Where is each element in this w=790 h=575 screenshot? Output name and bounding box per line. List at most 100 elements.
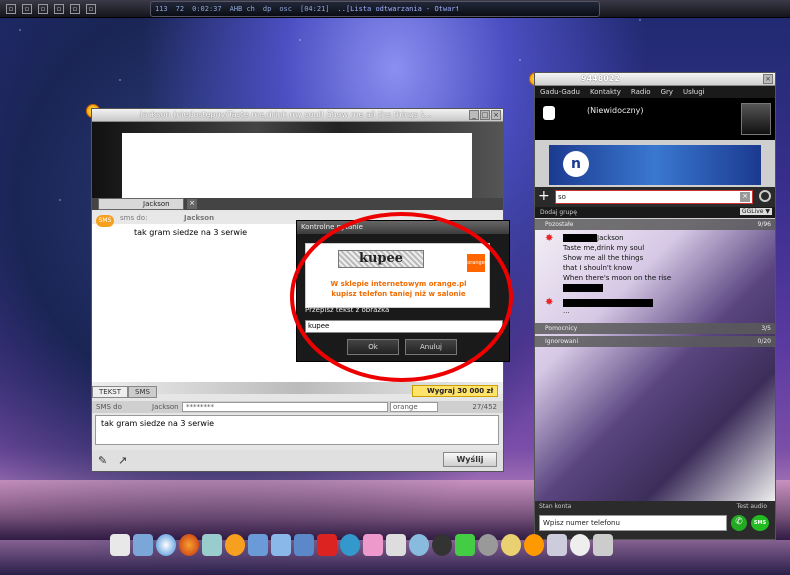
sms-recipient: Jackson [152,403,179,411]
menu-radio[interactable]: Radio [626,86,656,98]
clock-icon[interactable] [570,534,590,556]
mode-tabs: TEKST SMS [92,386,157,398]
phone-number-field[interactable]: ******** [182,402,388,412]
window-icon[interactable]: ▫ [70,3,80,14]
trash-icon[interactable] [593,534,613,556]
search-app-icon[interactable] [340,534,360,556]
group-count: 3/5 [761,325,771,332]
status-star-icon: ✸ [545,297,554,308]
chat-title[interactable]: Jackson (niedostępny/Taste me,drink my s… [92,109,503,122]
captcha-dialog: Kontrolne pytanie kupee orange W sklepie… [296,220,510,362]
account-balance-link[interactable]: Stan konta [539,503,571,510]
contact-list: Pozostałe 9/96 ✸ Jackson Taste me,drink … [535,219,775,501]
play-icon[interactable] [455,534,475,556]
gg-number-title[interactable]: 9448022 [535,73,775,86]
status-toggle-icon[interactable] [543,106,555,120]
power-icon[interactable] [317,534,337,556]
close-button[interactable]: × [763,74,773,84]
tab-sms-mode[interactable]: SMS [128,386,157,398]
captcha-word: kupee [338,250,424,268]
redacted-block [563,234,597,242]
menu-kontakty[interactable]: Kontakty [585,86,626,98]
ok-button[interactable]: Ok [347,339,399,355]
folder-icon[interactable] [248,534,268,556]
promo-button[interactable]: Wygraj 30 000 zł [412,385,498,397]
group-count: 9/96 [757,221,771,228]
close-tab-icon[interactable]: × [187,199,197,209]
window-icon[interactable]: ▫ [6,3,16,14]
minimize-button[interactable]: _ [469,110,479,120]
share-icon[interactable]: ↗ [118,454,127,467]
document-icon[interactable] [110,534,130,556]
close-button[interactable]: × [491,110,501,120]
window-icon[interactable]: ▫ [38,3,48,14]
window-icon[interactable] [386,534,406,556]
film-icon[interactable] [478,534,498,556]
add-group-link[interactable]: Dodaj grupę [540,209,577,216]
sms-button[interactable]: SMS [751,515,769,531]
group-header[interactable]: Pomocnicy 3/5 [535,323,775,334]
call-icon[interactable]: ✆ [731,515,747,531]
add-contact-icon[interactable]: + [538,189,552,204]
status-label[interactable]: (Niewidoczny) [587,106,644,115]
app-icon[interactable] [547,534,567,556]
message-input[interactable]: tak gram siedze na 3 serwie [95,415,499,445]
test-audio-link[interactable]: Test audio [737,503,767,510]
chat-header-art [92,122,503,204]
window-controls: _ □ × [469,110,501,120]
chat-tab-bar: Jackson × [92,198,503,210]
sms-icon: SMS [96,215,114,227]
search-icon[interactable] [759,190,771,202]
firefox-icon[interactable] [179,534,199,556]
menu-gry[interactable]: Gry [656,86,678,98]
gg-icon[interactable] [524,534,544,556]
contact-description: Taste me,drink my soul [563,244,645,252]
avatar[interactable] [741,103,771,135]
ad-banner[interactable]: n [549,145,761,185]
gglive-select[interactable]: GGLive ▼ [739,208,772,215]
rocket-icon[interactable] [202,534,222,556]
mail-icon[interactable] [271,534,291,556]
operator-select[interactable]: orange [390,402,438,412]
paint-icon[interactable] [363,534,383,556]
network-icon[interactable] [294,534,314,556]
tab-text-mode[interactable]: TEKST [92,386,129,398]
window-icon[interactable]: ▫ [22,3,32,14]
contact-description: that I shouln't know [563,264,633,272]
menu-gadu-gadu[interactable]: Gadu-Gadu [535,86,585,98]
emoticon-icon[interactable] [501,534,521,556]
wrench-icon[interactable]: ✎ [98,454,107,467]
search-input[interactable]: so × [555,190,753,204]
player-stat: 72 [175,5,185,13]
safari-icon[interactable] [156,534,176,556]
chat-icon[interactable] [225,534,245,556]
ad-text-line: W sklepie internetowym orange.pl [330,280,467,288]
menu-uslugi[interactable]: Usługi [678,86,710,98]
window-icon[interactable]: ▫ [54,3,64,14]
status-star-icon: ✸ [545,233,554,244]
group-count: 0/20 [757,338,771,345]
list-item[interactable]: Jackson Taste me,drink my soul Show me a… [563,233,671,293]
clear-search-icon[interactable]: × [740,192,750,202]
media-player-bar[interactable]: 113 72 0:02:37 AHB ch dp osc [04:21] ..[… [150,1,600,17]
captcha-input[interactable]: kupee [305,320,503,333]
window-controls: × [763,74,773,84]
cancel-button[interactable]: Anuluj [405,339,457,355]
speaker-icon[interactable] [432,534,452,556]
tab-jackson[interactable]: Jackson × [98,198,197,210]
list-item[interactable]: ... [563,299,653,315]
captcha-image: kupee orange W sklepie internetowym oran… [305,243,490,308]
itunes-icon[interactable] [409,534,429,556]
contact-name: Jackson [597,234,624,242]
contact-description: When there's moon on the rise [563,274,672,282]
search-row: + so × [535,187,775,207]
chat-header-panel [122,133,472,201]
sms-label: SMS do [96,403,122,411]
group-header[interactable]: Pozostałe 9/96 [535,219,775,230]
contact-description: ... [563,307,570,315]
window-icon[interactable]: ▫ [86,3,96,14]
maximize-button[interactable]: □ [480,110,490,120]
send-button[interactable]: Wyślij [443,452,497,467]
group-header[interactable]: Ignorowani 0/20 [535,336,775,347]
folder-icon[interactable] [133,534,153,556]
